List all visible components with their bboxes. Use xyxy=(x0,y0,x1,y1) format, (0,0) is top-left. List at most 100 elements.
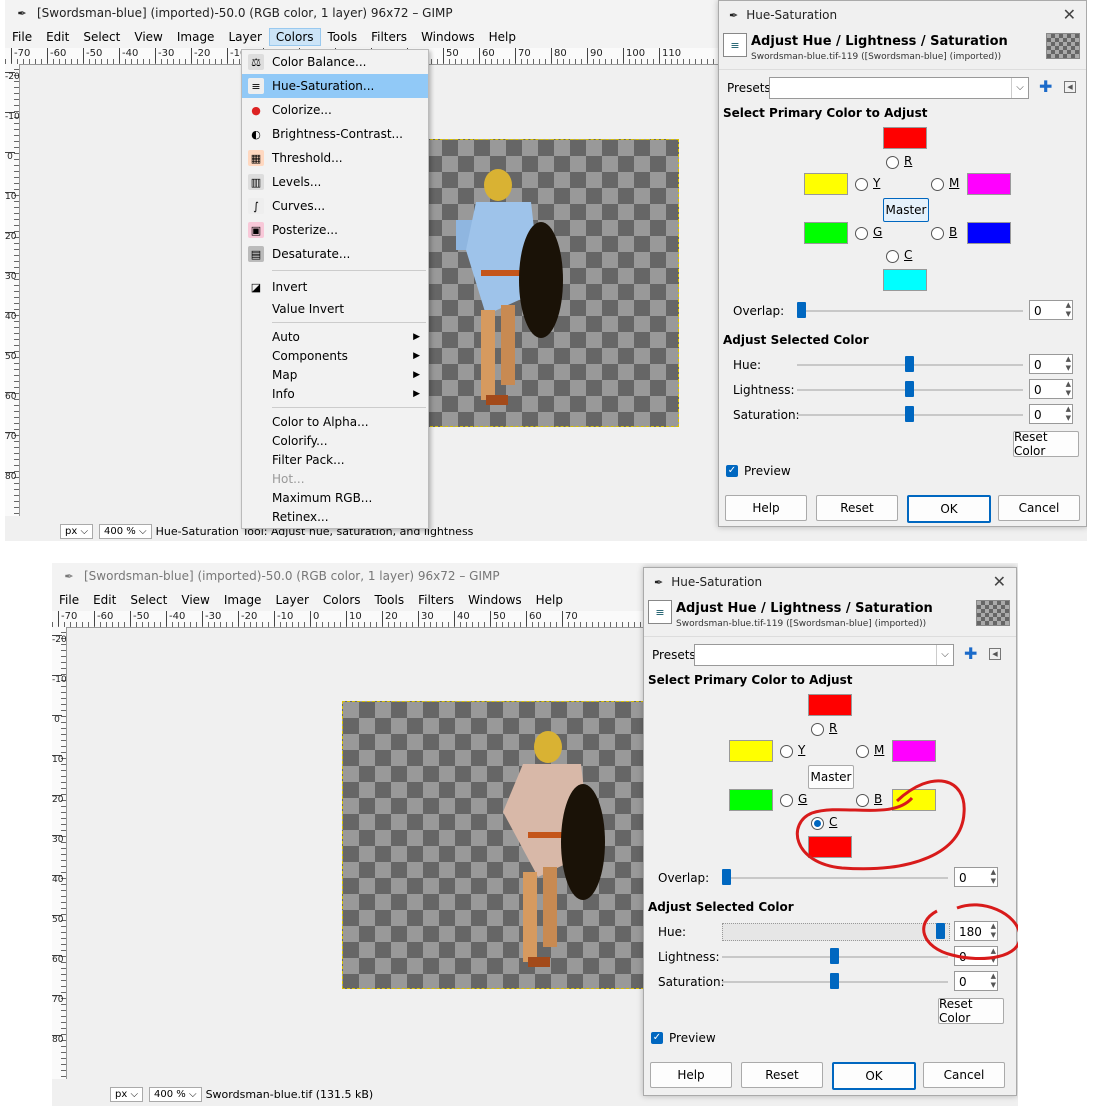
radio-blue[interactable] xyxy=(931,227,944,240)
ruler-tick-label: -30 xyxy=(155,48,174,63)
lightness-spin[interactable]: 0 ▲ ▼ xyxy=(1029,379,1073,399)
hue-label: Hue: xyxy=(733,358,762,372)
radio-yellow[interactable] xyxy=(855,178,868,191)
menu-layer[interactable]: Layer xyxy=(221,28,268,46)
section-select-primary-color: Select Primary Color to Adjust xyxy=(723,106,928,120)
menu-item-filter-pack[interactable]: Filter Pack... xyxy=(242,450,428,469)
bottom-screenshot: ✒ [Swordsman-blue] (imported)-50.0 (RGB … xyxy=(52,563,1018,1106)
curves-icon: ∫ xyxy=(248,198,264,214)
submenu-arrow-icon: ▶ xyxy=(413,350,420,361)
swatch-green[interactable] xyxy=(804,222,848,244)
menu-item-colorize[interactable]: ● Colorize... xyxy=(242,98,428,122)
menu-item-info[interactable]: Info ▶ xyxy=(242,384,428,403)
menu-separator xyxy=(272,270,426,271)
radio-green[interactable] xyxy=(855,227,868,240)
menu-colors[interactable]: Colors xyxy=(268,28,321,46)
presets-combo[interactable]: ⌵ xyxy=(769,77,1029,99)
overlap-slider-handle[interactable] xyxy=(797,302,806,318)
menu-item-colorify[interactable]: Colorify... xyxy=(242,431,428,450)
menu-item-retinex[interactable]: Retinex... xyxy=(242,507,428,526)
menu-item-color-to-alpha[interactable]: Color to Alpha... xyxy=(242,412,428,431)
cancel-button[interactable]: Cancel xyxy=(998,495,1080,521)
hue-slider-handle[interactable] xyxy=(905,356,914,372)
hue-spin[interactable]: 0 ▲ ▼ xyxy=(1029,354,1073,374)
close-icon[interactable]: ✕ xyxy=(1063,5,1076,24)
menu-item-color-balance[interactable]: ⚖ Color Balance... xyxy=(242,50,428,74)
radio-red[interactable] xyxy=(886,156,899,169)
menu-filters[interactable]: Filters xyxy=(364,28,414,46)
menu-item-curves[interactable]: ∫ Curves... xyxy=(242,194,428,218)
radio-magenta[interactable] xyxy=(931,178,944,191)
menu-item-threshold[interactable]: ▦ Threshold... xyxy=(242,146,428,170)
dialog-header-subtitle: Swordsman-blue.tif-119 ([Swordsman-blue]… xyxy=(751,52,1002,62)
menu-help[interactable]: Help xyxy=(482,28,523,46)
ruler-tick-label: -10 xyxy=(5,112,20,122)
menu-item-invert[interactable]: ◪ Invert xyxy=(242,275,428,299)
menu-edit[interactable]: Edit xyxy=(39,28,76,46)
brightness-contrast-icon: ◐ xyxy=(251,127,261,141)
saturation-spin[interactable]: 0 ▲ ▼ xyxy=(1029,404,1073,424)
reset-color-button[interactable]: Reset Color xyxy=(1013,430,1079,458)
submenu-arrow-icon: ▶ xyxy=(413,331,420,342)
add-preset-icon[interactable]: ✚ xyxy=(1039,77,1052,96)
ruler-tick-label: 10 xyxy=(5,192,17,202)
label-b: B xyxy=(949,225,958,239)
menu-item-brightness-contrast[interactable]: ◐ Brightness-Contrast... xyxy=(242,122,428,146)
overlap-spin[interactable]: 0 ▲ ▼ xyxy=(1029,300,1073,320)
master-button[interactable]: Master xyxy=(883,198,929,222)
menu-item-value-invert[interactable]: Value Invert xyxy=(242,299,428,318)
invert-icon: ◪ xyxy=(250,280,262,294)
unit-select[interactable]: px ⌵ xyxy=(60,523,94,539)
reset-button[interactable]: Reset xyxy=(816,495,898,521)
swatch-red[interactable] xyxy=(883,127,927,149)
label-r: R xyxy=(904,154,913,168)
preview-checkbox[interactable]: ✓ xyxy=(726,465,738,477)
swordsman-sprite xyxy=(456,169,563,405)
dialog-header-title: Adjust Hue / Lightness / Saturation xyxy=(751,34,1008,49)
label-y: Y xyxy=(873,176,881,190)
image-canvas[interactable] xyxy=(425,139,679,427)
spin-arrows-icon: ▲ ▼ xyxy=(1065,405,1071,422)
gimp-icon: ✒ xyxy=(729,8,739,22)
color-balance-icon: ⚖ xyxy=(248,54,264,70)
overlap-slider[interactable] xyxy=(797,310,1023,312)
dialog-header: ≡ Adjust Hue / Lightness / Saturation Sw… xyxy=(719,29,1086,70)
menu-separator xyxy=(272,407,426,408)
menu-item-components[interactable]: Components ▶ xyxy=(242,346,428,365)
preset-menu-icon[interactable]: ◀ xyxy=(1064,81,1076,93)
hue-saturation-dialog: ✒ Hue-Saturation ✕ ≡ Adjust Hue / Lightn… xyxy=(718,0,1087,527)
spin-arrows-icon: ▲ ▼ xyxy=(1065,301,1071,318)
menu-item-desaturate[interactable]: ▤ Desaturate... xyxy=(242,242,428,266)
ok-button[interactable]: OK xyxy=(907,495,991,523)
top-screenshot: ✒ [Swordsman-blue] (imported)-50.0 (RGB … xyxy=(5,0,1087,541)
menu-file[interactable]: File xyxy=(5,28,39,46)
menu-item-maximum-rgb[interactable]: Maximum RGB... xyxy=(242,488,428,507)
swatch-yellow[interactable] xyxy=(804,173,848,195)
zoom-select[interactable]: 400 % ⌵ xyxy=(99,523,152,539)
ruler-tick-label: 80 xyxy=(5,472,17,482)
help-button[interactable]: Help xyxy=(725,495,807,521)
menu-view[interactable]: View xyxy=(127,28,169,46)
menu-item-levels[interactable]: ▥ Levels... xyxy=(242,170,428,194)
ruler-tick-label: 60 xyxy=(5,392,17,402)
menu-item-hue-saturation[interactable]: ≡ Hue-Saturation... xyxy=(242,74,428,98)
hue-saturation-icon: ≡ xyxy=(248,78,264,94)
menu-select[interactable]: Select xyxy=(76,28,127,46)
menu-item-auto[interactable]: Auto ▶ xyxy=(242,327,428,346)
menu-item-posterize[interactable]: ▣ Posterize... xyxy=(242,218,428,242)
swatch-cyan[interactable] xyxy=(883,269,927,291)
menu-image[interactable]: Image xyxy=(170,28,222,46)
ruler-tick-label: -40 xyxy=(119,48,138,63)
annotation-circle-hue xyxy=(922,903,1018,961)
lightness-slider-handle[interactable] xyxy=(905,381,914,397)
swatch-blue[interactable] xyxy=(967,222,1011,244)
saturation-slider-handle[interactable] xyxy=(905,406,914,422)
presets-label: Presets: xyxy=(727,81,775,95)
ruler-tick-label: 80 xyxy=(551,48,567,63)
radio-cyan[interactable] xyxy=(886,250,899,263)
swatch-magenta[interactable] xyxy=(967,173,1011,195)
menu-item-map[interactable]: Map ▶ xyxy=(242,365,428,384)
menu-windows[interactable]: Windows xyxy=(414,28,482,46)
menu-tools[interactable]: Tools xyxy=(321,28,365,46)
threshold-icon: ▦ xyxy=(248,150,264,166)
